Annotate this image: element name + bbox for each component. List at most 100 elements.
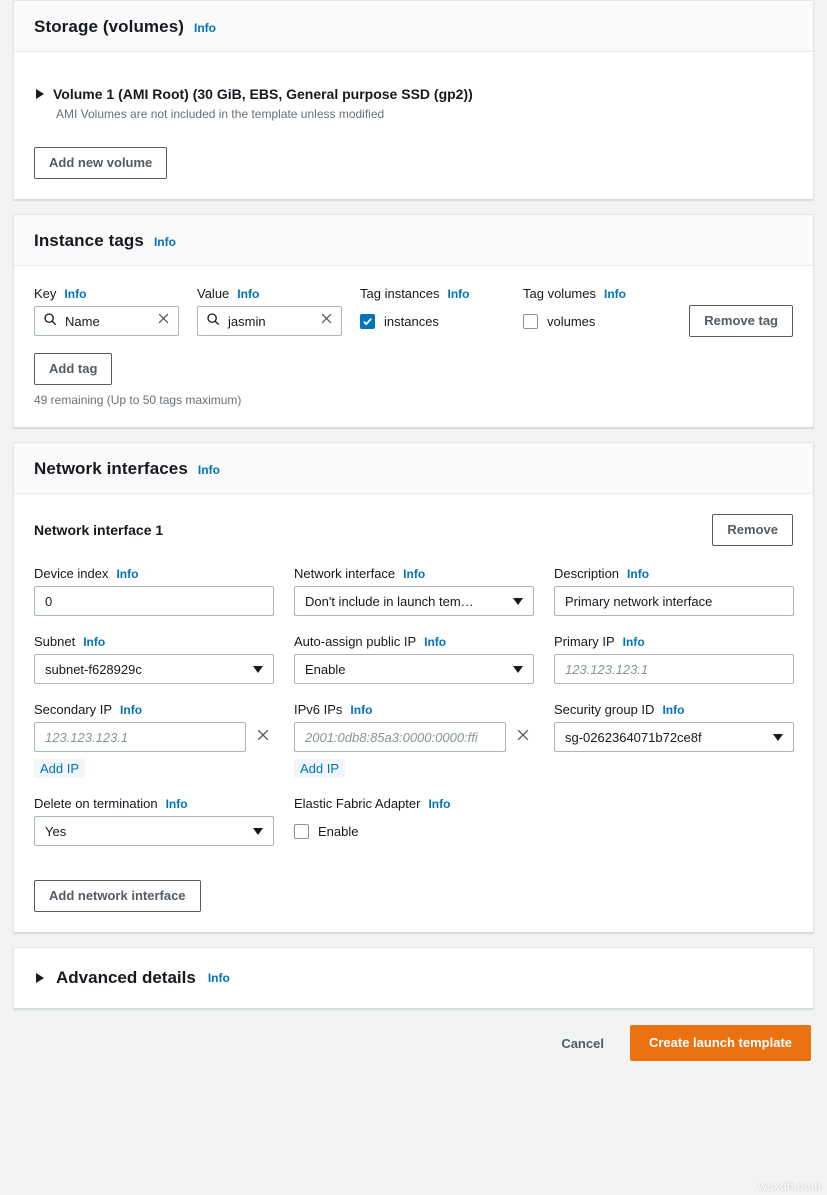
remove-ipv6-icon[interactable]: [516, 728, 530, 747]
secondary-ip-row: 123.123.123.1: [34, 722, 274, 752]
delete-on-termination-selected-value: Yes: [45, 824, 66, 839]
network-interfaces-card-header: Network interfaces Info: [14, 443, 813, 494]
network-interface-select[interactable]: Don't include in launch tem…: [294, 586, 534, 616]
chevron-right-icon[interactable]: [36, 973, 44, 983]
tags-remaining-hint: 49 remaining (Up to 50 tags maximum): [34, 393, 793, 407]
network-interface-select-group: Network interface Info Don't include in …: [294, 566, 534, 616]
device-index-label-row: Device index Info: [34, 566, 274, 581]
auto-assign-selected-value: Enable: [305, 662, 345, 677]
efa-info-link[interactable]: Info: [428, 797, 450, 811]
secondary-ip-input[interactable]: 123.123.123.1: [34, 722, 246, 752]
elastic-fabric-adapter-group: Elastic Fabric Adapter Info Enable: [294, 796, 534, 846]
tag-value-value: jasmin: [228, 314, 312, 329]
chevron-down-icon: [253, 666, 263, 673]
advanced-details-card[interactable]: Advanced details Info: [13, 947, 814, 1009]
tag-volumes-checkbox-row[interactable]: volumes: [523, 306, 668, 336]
chevron-down-icon: [513, 666, 523, 673]
secondary-ip-label-row: Secondary IP Info: [34, 702, 274, 717]
device-index-info-link[interactable]: Info: [116, 567, 138, 581]
auto-assign-label: Auto-assign public IP: [294, 634, 416, 649]
primary-ip-input[interactable]: 123.123.123.1: [554, 654, 794, 684]
description-info-link[interactable]: Info: [627, 567, 649, 581]
clear-value-icon[interactable]: [320, 312, 333, 330]
remove-tag-button[interactable]: Remove tag: [689, 305, 793, 337]
nic-title: Network interface 1: [34, 522, 163, 538]
instance-tags-title: Instance tags: [34, 231, 144, 251]
tag-value-group: Value Info jasmin: [197, 286, 342, 336]
tag-value-label-row: Value Info: [197, 286, 342, 301]
network-interfaces-info-link[interactable]: Info: [198, 463, 220, 477]
secondary-ip-info-link[interactable]: Info: [120, 703, 142, 717]
volume-1-row[interactable]: Volume 1 (AMI Root) (30 GiB, EBS, Genera…: [34, 72, 793, 102]
form-footer: Cancel Create launch template: [0, 1009, 827, 1061]
security-group-select[interactable]: sg-0262364071b72ce8f: [554, 722, 794, 752]
description-label: Description: [554, 566, 619, 581]
tag-volumes-info-link[interactable]: Info: [604, 287, 626, 301]
efa-checkbox[interactable]: [294, 824, 309, 839]
ipv6-row: 2001:0db8:85a3:0000:0000:ffi: [294, 722, 534, 752]
device-index-input[interactable]: 0: [34, 586, 274, 616]
delete-on-termination-select[interactable]: Yes: [34, 816, 274, 846]
add-tag-button[interactable]: Add tag: [34, 353, 112, 385]
security-group-label-row: Security group ID Info: [554, 702, 794, 717]
search-icon: [206, 312, 220, 331]
tag-instances-label-row: Tag instances Info: [360, 286, 505, 301]
device-index-label: Device index: [34, 566, 108, 581]
auto-assign-label-row: Auto-assign public IP Info: [294, 634, 534, 649]
tag-row: Key Info Name Value: [34, 286, 793, 337]
efa-checkbox-row[interactable]: Enable: [294, 816, 534, 846]
add-secondary-ip-link[interactable]: Add IP: [34, 759, 85, 778]
network-interface-label-row: Network interface Info: [294, 566, 534, 581]
cancel-button[interactable]: Cancel: [547, 1027, 618, 1060]
advanced-details-header[interactable]: Advanced details Info: [14, 948, 813, 1008]
efa-label-row: Elastic Fabric Adapter Info: [294, 796, 534, 811]
auto-assign-public-ip-group: Auto-assign public IP Info Enable: [294, 634, 534, 684]
instance-tags-card-header: Instance tags Info: [14, 215, 813, 266]
chevron-down-icon: [513, 598, 523, 605]
tag-value-input[interactable]: jasmin: [197, 306, 342, 336]
clear-key-icon[interactable]: [157, 312, 170, 330]
ipv6-input[interactable]: 2001:0db8:85a3:0000:0000:ffi: [294, 722, 506, 752]
storage-card-header: Storage (volumes) Info: [14, 1, 813, 52]
tag-volumes-label-row: Tag volumes Info: [523, 286, 668, 301]
instance-tags-info-link[interactable]: Info: [154, 235, 176, 249]
storage-info-link[interactable]: Info: [194, 21, 216, 35]
create-launch-template-button[interactable]: Create launch template: [630, 1025, 811, 1061]
chevron-right-icon[interactable]: [36, 89, 44, 99]
tag-volumes-checkbox[interactable]: [523, 314, 538, 329]
description-input[interactable]: Primary network interface: [554, 586, 794, 616]
advanced-details-info-link[interactable]: Info: [208, 971, 230, 985]
add-new-volume-button[interactable]: Add new volume: [34, 147, 167, 179]
volume-1-note: AMI Volumes are not included in the temp…: [56, 107, 793, 121]
tag-instances-checkbox-row[interactable]: instances: [360, 306, 505, 336]
add-network-interface-button[interactable]: Add network interface: [34, 880, 201, 912]
delete-on-termination-info-link[interactable]: Info: [166, 797, 188, 811]
auto-assign-select[interactable]: Enable: [294, 654, 534, 684]
network-interfaces-card-body: Network interface 1 Remove Device index …: [14, 494, 813, 932]
storage-volumes-card: Storage (volumes) Info Volume 1 (AMI Roo…: [13, 0, 814, 200]
ipv6-info-link[interactable]: Info: [350, 703, 372, 717]
tag-instances-checkbox[interactable]: [360, 314, 375, 329]
tag-key-input[interactable]: Name: [34, 306, 179, 336]
tag-value-info-link[interactable]: Info: [237, 287, 259, 301]
network-interfaces-card: Network interfaces Info Network interfac…: [13, 442, 814, 933]
secondary-ip-label: Secondary IP: [34, 702, 112, 717]
ipv6-label: IPv6 IPs: [294, 702, 342, 717]
primary-ip-label: Primary IP: [554, 634, 615, 649]
remove-nic-button[interactable]: Remove: [712, 514, 793, 546]
tag-instances-info-link[interactable]: Info: [448, 287, 470, 301]
subnet-info-link[interactable]: Info: [83, 635, 105, 649]
subnet-select[interactable]: subnet-f628929c: [34, 654, 274, 684]
tag-key-info-link[interactable]: Info: [64, 287, 86, 301]
primary-ip-info-link[interactable]: Info: [623, 635, 645, 649]
security-group-info-link[interactable]: Info: [662, 703, 684, 717]
remove-secondary-ip-icon[interactable]: [256, 728, 270, 747]
chevron-down-icon: [253, 828, 263, 835]
subnet-label: Subnet: [34, 634, 75, 649]
auto-assign-info-link[interactable]: Info: [424, 635, 446, 649]
advanced-details-title: Advanced details: [56, 968, 196, 988]
tag-key-value: Name: [65, 314, 149, 329]
description-group: Description Info Primary network interfa…: [554, 566, 794, 616]
add-ipv6-link[interactable]: Add IP: [294, 759, 345, 778]
network-interface-info-link[interactable]: Info: [403, 567, 425, 581]
